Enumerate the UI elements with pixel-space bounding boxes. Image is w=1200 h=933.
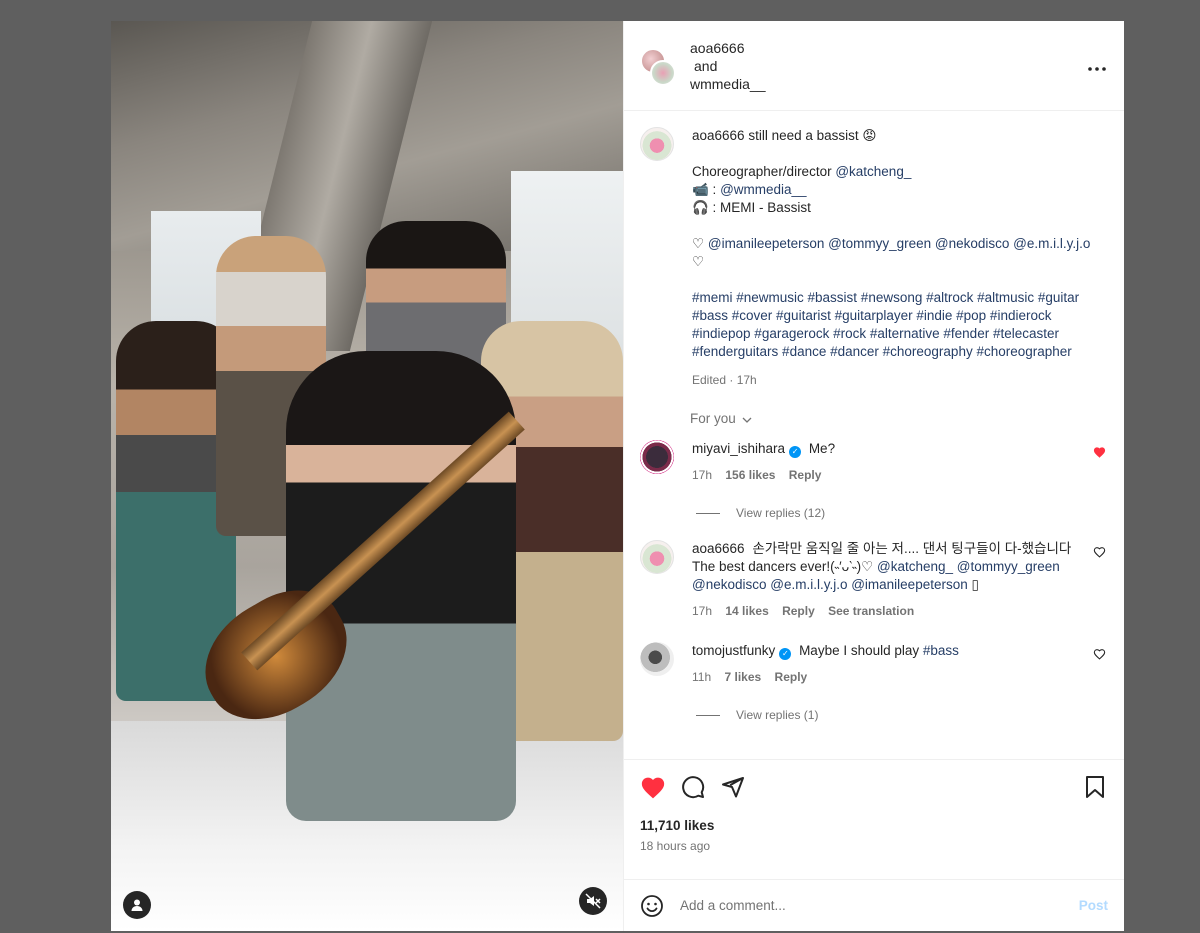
caption-mentions-suffix: ♡ xyxy=(692,254,705,269)
save-button[interactable] xyxy=(1082,774,1108,800)
chevron-down-icon xyxy=(742,412,752,426)
comment-likes[interactable]: 156 likes xyxy=(725,468,775,482)
comment-bubble-icon xyxy=(682,776,705,799)
comment-like-button[interactable] xyxy=(1093,546,1106,561)
mention-link[interactable]: @wmmedia__ xyxy=(720,182,806,197)
comment-item: miyavi_ishihara ✓ Me? 17h 156 likes Reply xyxy=(640,440,1108,484)
verified-badge-icon: ✓ xyxy=(789,446,802,458)
comment-time: 11h xyxy=(692,670,712,684)
share-button[interactable] xyxy=(720,774,746,800)
sort-label: For you xyxy=(690,411,736,426)
heart-filled-icon xyxy=(641,777,665,799)
caption-hashtags[interactable]: #memi #newmusic #bassist #newsong #altro… xyxy=(692,289,1107,361)
sort-comments-button[interactable]: For you xyxy=(690,411,1108,426)
avatar xyxy=(650,59,676,86)
comment-input[interactable] xyxy=(680,898,1079,913)
user-icon xyxy=(131,899,143,911)
comment-trail: ▯ xyxy=(967,577,979,592)
reply-button[interactable]: Reply xyxy=(782,604,815,618)
caption-line2-prefix: 📹 : xyxy=(692,182,721,197)
avatar[interactable] xyxy=(640,540,674,574)
see-translation-button[interactable]: See translation xyxy=(828,604,914,618)
caption-mentions-prefix: ♡ xyxy=(692,236,708,251)
comment-username[interactable]: aoa6666 xyxy=(692,541,745,556)
comment-username[interactable]: tomojustfunky xyxy=(692,643,775,658)
comment-like-button[interactable] xyxy=(1093,446,1106,461)
comment-item: aoa6666 손가락만 움직일 줄 아는 저.... 댄서 팅구들이 다-했습… xyxy=(640,540,1108,620)
post-side-panel: aoa6666 and wmmedia__ aoa6666 still need… xyxy=(623,21,1124,931)
likes-count[interactable]: 11,710 likes xyxy=(640,818,1108,833)
verified-badge-icon: ✓ xyxy=(779,648,792,660)
comment-time: 17h xyxy=(692,604,713,618)
comment-like-button[interactable] xyxy=(1093,648,1106,663)
comment-likes[interactable]: 14 likes xyxy=(725,604,768,618)
smiley-icon xyxy=(641,894,663,917)
bookmark-icon xyxy=(1086,776,1104,798)
post-caption: aoa6666 still need a bassist 😡 Choreogra… xyxy=(640,127,1108,389)
comment-text: Maybe I should play xyxy=(799,643,923,658)
reply-button[interactable]: Reply xyxy=(789,468,822,482)
speaker-muted-icon xyxy=(585,893,601,909)
caption-username[interactable]: aoa6666 xyxy=(692,128,745,143)
view-replies-label: View replies (12) xyxy=(736,506,826,520)
heart-outline-icon xyxy=(1093,547,1106,558)
post-video[interactable] xyxy=(111,21,623,931)
comment-username[interactable]: miyavi_ishihara xyxy=(692,441,785,456)
collab-avatars[interactable] xyxy=(640,46,680,86)
tagged-users-button[interactable] xyxy=(123,891,151,919)
post-comment-button[interactable]: Post xyxy=(1079,898,1108,913)
comment-button[interactable] xyxy=(680,774,706,800)
paper-plane-icon xyxy=(722,777,744,798)
caption-text: still need a bassist 😡 xyxy=(748,128,877,143)
view-replies-label: View replies (1) xyxy=(736,708,819,722)
post-header: aoa6666 and wmmedia__ xyxy=(624,21,1124,111)
avatar[interactable] xyxy=(640,440,674,474)
comments-scroll-area[interactable]: aoa6666 still need a bassist 😡 Choreogra… xyxy=(624,111,1124,759)
comment-item: tomojustfunky ✓ Maybe I should play #bass… xyxy=(640,642,1108,686)
header-username-2[interactable]: wmmedia__ xyxy=(690,75,765,93)
post-time: 18 hours ago xyxy=(640,839,711,853)
post-actions: 11,710 likes 18 hours ago xyxy=(624,759,1124,879)
comment-text: Me? xyxy=(808,441,836,456)
header-username-1[interactable]: aoa6666 xyxy=(690,39,765,57)
collab-names: aoa6666 and wmmedia__ xyxy=(690,39,765,93)
caption-mentions[interactable]: @imanileepeterson @tommyy_green @nekodis… xyxy=(708,236,1090,251)
caption-meta: Edited · 17h xyxy=(692,373,757,387)
avatar[interactable] xyxy=(640,127,674,161)
reply-button[interactable]: Reply xyxy=(775,670,808,684)
heart-outline-icon xyxy=(1093,649,1106,660)
caption-line1-prefix: Choreographer/director xyxy=(692,164,836,179)
more-icon xyxy=(1088,67,1106,71)
mention-link[interactable]: @katcheng_ xyxy=(835,164,911,179)
caption-line3: 🎧 : MEMI - Bassist xyxy=(692,200,811,215)
comment-likes[interactable]: 7 likes xyxy=(724,670,761,684)
post-modal: aoa6666 and wmmedia__ aoa6666 still need… xyxy=(111,21,1124,931)
emoji-button[interactable] xyxy=(640,894,664,918)
add-comment-bar: Post xyxy=(624,879,1124,931)
view-replies-button[interactable]: View replies (1) xyxy=(696,708,1108,722)
mute-button[interactable] xyxy=(579,887,607,915)
view-replies-button[interactable]: View replies (12) xyxy=(696,506,1108,520)
hashtag-link[interactable]: #bass xyxy=(923,643,959,658)
avatar[interactable] xyxy=(640,642,674,676)
heart-filled-icon xyxy=(1093,447,1106,458)
more-options-button[interactable] xyxy=(1088,55,1106,76)
like-button[interactable] xyxy=(640,774,666,800)
header-and: and xyxy=(694,57,718,74)
comment-time: 17h xyxy=(692,468,713,482)
